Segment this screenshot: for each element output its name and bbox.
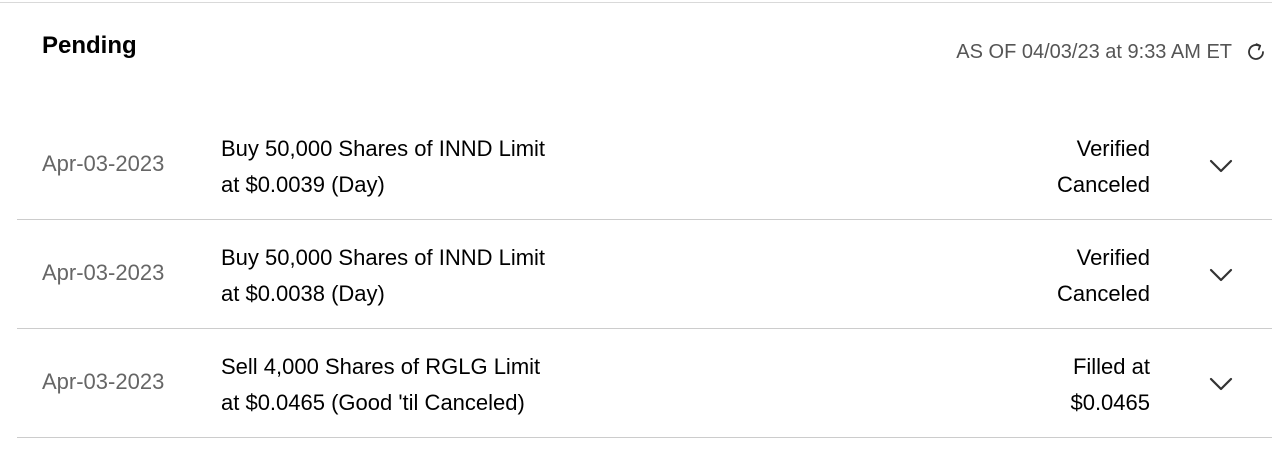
order-description: Sell 4,000 Shares of RGLG Limit at $0.04… [221, 349, 540, 421]
order-status-line: $0.0465 [1070, 390, 1150, 415]
order-status: Verified Canceled [1057, 240, 1150, 312]
section-title: Pending [42, 32, 137, 59]
as-of-timestamp: AS OF 04/03/23 at 9:33 AM ET [956, 40, 1268, 64]
order-description-line: at $0.0039 (Day) [221, 172, 385, 197]
order-description-line: Sell 4,000 Shares of RGLG Limit [221, 354, 541, 379]
order-row[interactable]: Apr-03-2023 Sell 4,000 Shares of RGLG Li… [17, 329, 1272, 438]
order-list: Apr-03-2023 Buy 50,000 Shares of INND Li… [17, 111, 1272, 438]
order-description-line: Buy 50,000 Shares of INND Limit [221, 245, 546, 270]
order-date: Apr-03-2023 [42, 369, 165, 394]
order-description-line: at $0.0465 (Good 'til Canceled) [221, 390, 525, 415]
order-status: Verified Canceled [1057, 131, 1150, 203]
order-date: Apr-03-2023 [42, 151, 165, 176]
order-description-line: at $0.0038 (Day) [221, 281, 385, 306]
order-row[interactable]: Apr-03-2023 Buy 50,000 Shares of INND Li… [17, 111, 1272, 220]
order-row[interactable]: Apr-03-2023 Buy 50,000 Shares of INND Li… [17, 220, 1272, 329]
order-description: Buy 50,000 Shares of INND Limit at $0.00… [221, 240, 545, 312]
order-status-line: Canceled [1057, 281, 1150, 306]
order-description-line: Buy 50,000 Shares of INND Limit [221, 136, 546, 161]
order-status: Filled at $0.0465 [1070, 349, 1150, 421]
chevron-down-icon[interactable] [1206, 260, 1236, 290]
top-divider [0, 2, 1272, 3]
order-status-line: Verified [1076, 136, 1150, 161]
as-of-label: AS OF 04/03/23 at 9:33 AM ET [956, 40, 1232, 63]
order-status-line: Verified [1076, 245, 1150, 270]
refresh-icon[interactable] [1244, 40, 1268, 64]
order-description: Buy 50,000 Shares of INND Limit at $0.00… [221, 131, 545, 203]
order-status-line: Filled at [1072, 354, 1150, 379]
chevron-down-icon[interactable] [1206, 369, 1236, 399]
order-date: Apr-03-2023 [42, 260, 165, 285]
chevron-down-icon[interactable] [1206, 151, 1236, 181]
order-status-line: Canceled [1057, 172, 1150, 197]
